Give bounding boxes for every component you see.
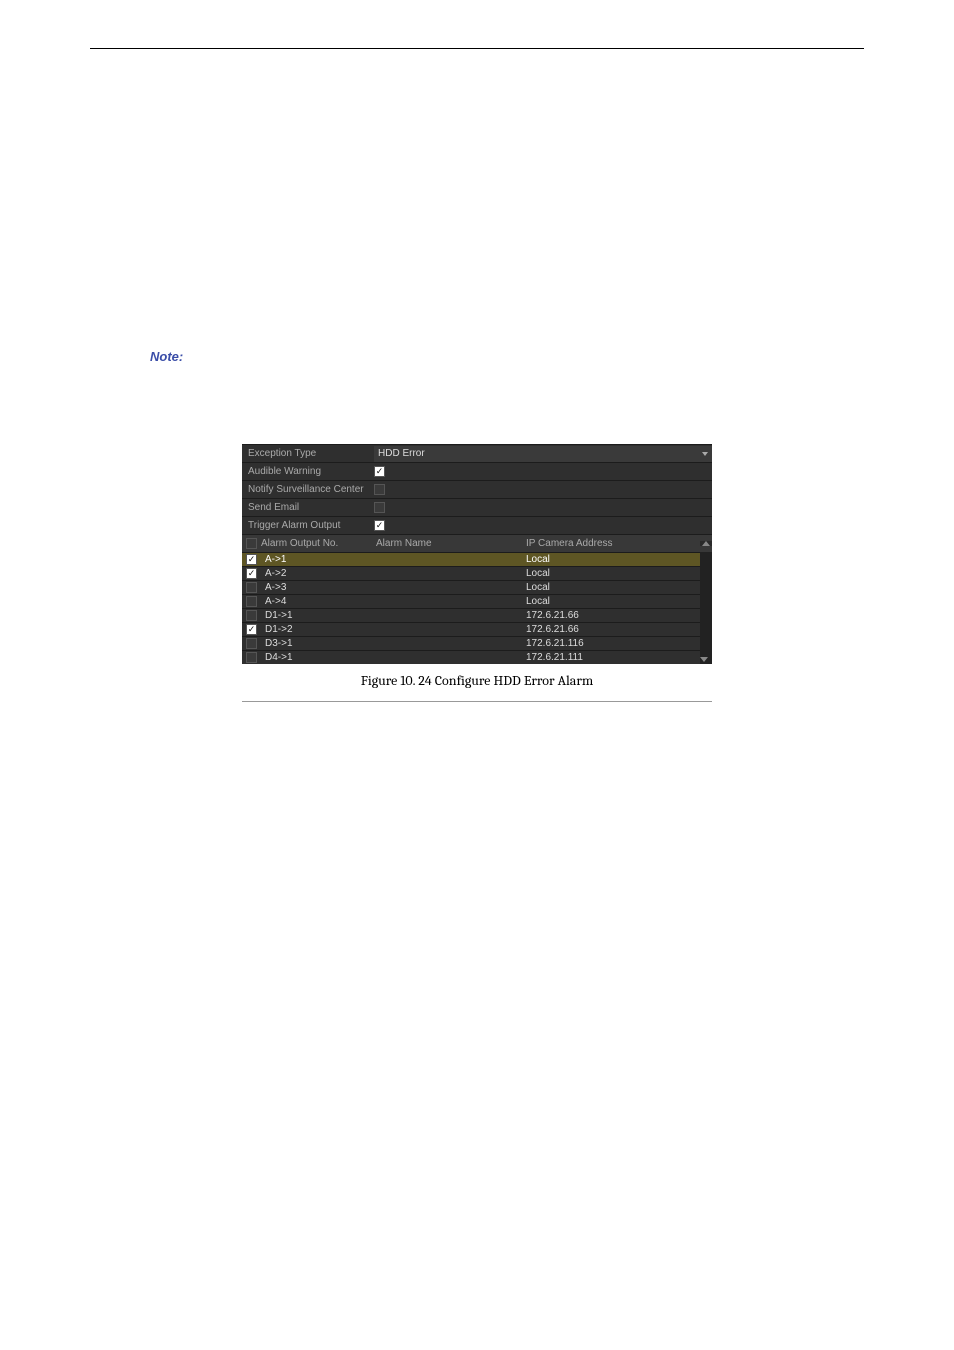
option-row: Trigger Alarm Output [242,516,712,534]
exception-type-label: Exception Type [242,448,372,459]
exception-type-value: HDD Error [378,448,425,459]
scroll-down-icon[interactable] [700,657,708,662]
row-no: D4->1 [265,652,293,663]
row-addr: Local [522,554,700,565]
chevron-down-icon [702,452,708,456]
option-label: Send Email [242,502,372,513]
row-no: A->3 [265,582,286,593]
option-label: Audible Warning [242,466,372,477]
option-checkbox[interactable] [374,466,385,477]
col-header-addr: IP Camera Address [522,538,700,549]
option-checkbox[interactable] [374,484,385,495]
table-row[interactable]: A->2 Local [242,566,700,580]
row-addr: 172.6.21.66 [522,624,700,635]
note-label: Note: [150,349,183,364]
row-checkbox[interactable] [246,554,257,565]
scroll-up-icon[interactable] [702,541,710,546]
row-addr: Local [522,568,700,579]
option-row: Notify Surveillance Center [242,480,712,498]
row-checkbox[interactable] [246,596,257,607]
row-addr: 172.6.21.116 [522,638,700,649]
row-no: A->1 [265,554,286,565]
bottom-horizontal-rule [242,701,712,702]
table-row[interactable]: D3->1 172.6.21.116 [242,636,700,650]
row-checkbox[interactable] [246,582,257,593]
row-checkbox[interactable] [246,610,257,621]
row-checkbox[interactable] [246,568,257,579]
table-row[interactable]: D1->1 172.6.21.66 [242,608,700,622]
option-checkbox[interactable] [374,502,385,513]
table-row[interactable]: A->4 Local [242,594,700,608]
figure-caption: Figure 10. 24 Configure HDD Error Alarm [242,672,712,689]
row-addr: 172.6.21.111 [522,652,700,663]
row-no: D1->2 [265,624,293,635]
table-row[interactable]: D1->2 172.6.21.66 [242,622,700,636]
col-header-no: Alarm Output No. [261,538,338,549]
exception-type-dropdown[interactable]: HDD Error [374,446,712,462]
option-checkbox[interactable] [374,520,385,531]
row-addr: Local [522,582,700,593]
row-no: D3->1 [265,638,293,649]
option-label: Trigger Alarm Output [242,520,372,531]
table-row[interactable]: D4->1 172.6.21.111 [242,650,700,664]
row-checkbox[interactable] [246,624,257,635]
option-label: Notify Surveillance Center [242,484,372,495]
scrollbar[interactable] [700,552,712,664]
exception-type-row: Exception Type HDD Error [242,444,712,462]
col-header-name: Alarm Name [372,538,522,549]
hdd-error-panel: Exception Type HDD Error Audible Warning… [242,444,712,664]
select-all-checkbox[interactable] [246,538,257,549]
table-row[interactable]: A->1 Local [242,552,700,566]
row-checkbox[interactable] [246,638,257,649]
row-no: D1->1 [265,610,293,621]
row-addr: 172.6.21.66 [522,610,700,621]
top-horizontal-rule [90,48,864,49]
option-row: Send Email [242,498,712,516]
row-checkbox[interactable] [246,652,257,663]
row-no: A->4 [265,596,286,607]
row-addr: Local [522,596,700,607]
alarm-table-header: Alarm Output No. Alarm Name IP Camera Ad… [242,534,712,552]
note-line: Note: [150,349,864,364]
table-row[interactable]: A->3 Local [242,580,700,594]
option-row: Audible Warning [242,462,712,480]
row-no: A->2 [265,568,286,579]
